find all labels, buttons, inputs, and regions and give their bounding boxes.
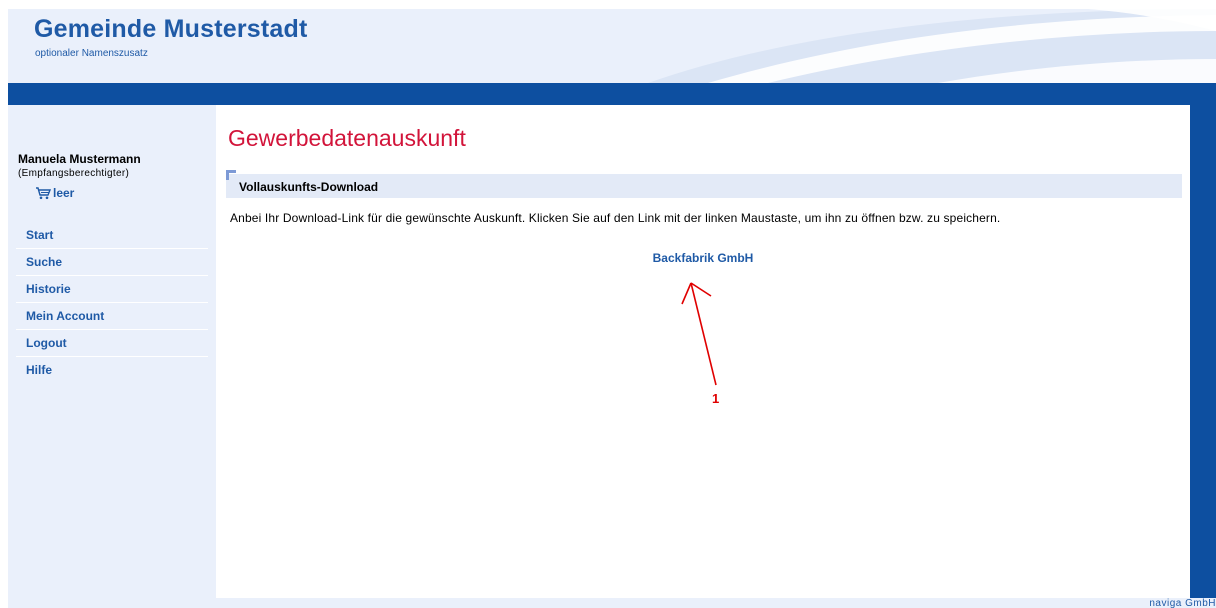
site-header: Gemeinde Musterstadt optionaler Namenszu… <box>8 9 1216 83</box>
site-subtitle: optionaler Namenszusatz <box>35 48 148 59</box>
sidebar: Manuela Mustermann (Empfangsberechtigter… <box>8 105 216 598</box>
user-name: Manuela Mustermann <box>18 152 141 166</box>
cart-label: leer <box>53 186 75 200</box>
sidebar-nav: Start Suche Historie Mein Account Logout… <box>16 222 208 383</box>
main-content: Gewerbedatenauskunft Vollauskunfts-Downl… <box>216 105 1190 598</box>
sidebar-item-suche[interactable]: Suche <box>16 249 208 276</box>
header-blue-bar <box>8 83 1216 105</box>
sidebar-item-mein-account[interactable]: Mein Account <box>16 303 208 330</box>
annotation-label: 1 <box>712 391 720 406</box>
annotation-arrow <box>681 282 717 386</box>
right-blue-bar <box>1190 83 1216 598</box>
page-frame: Gemeinde Musterstadt optionaler Namenszu… <box>8 9 1216 608</box>
footer-credit[interactable]: naviga GmbH <box>1149 598 1216 608</box>
user-role: (Empfangsberechtigter) <box>18 168 130 179</box>
cart-link[interactable]: leer <box>35 184 74 202</box>
sidebar-item-logout[interactable]: Logout <box>16 330 208 357</box>
site-title[interactable]: Gemeinde Musterstadt <box>34 15 308 44</box>
cart-icon <box>36 187 51 200</box>
sidebar-item-historie[interactable]: Historie <box>16 276 208 303</box>
sidebar-item-hilfe[interactable]: Hilfe <box>16 357 208 383</box>
sidebar-item-start[interactable]: Start <box>16 222 208 249</box>
